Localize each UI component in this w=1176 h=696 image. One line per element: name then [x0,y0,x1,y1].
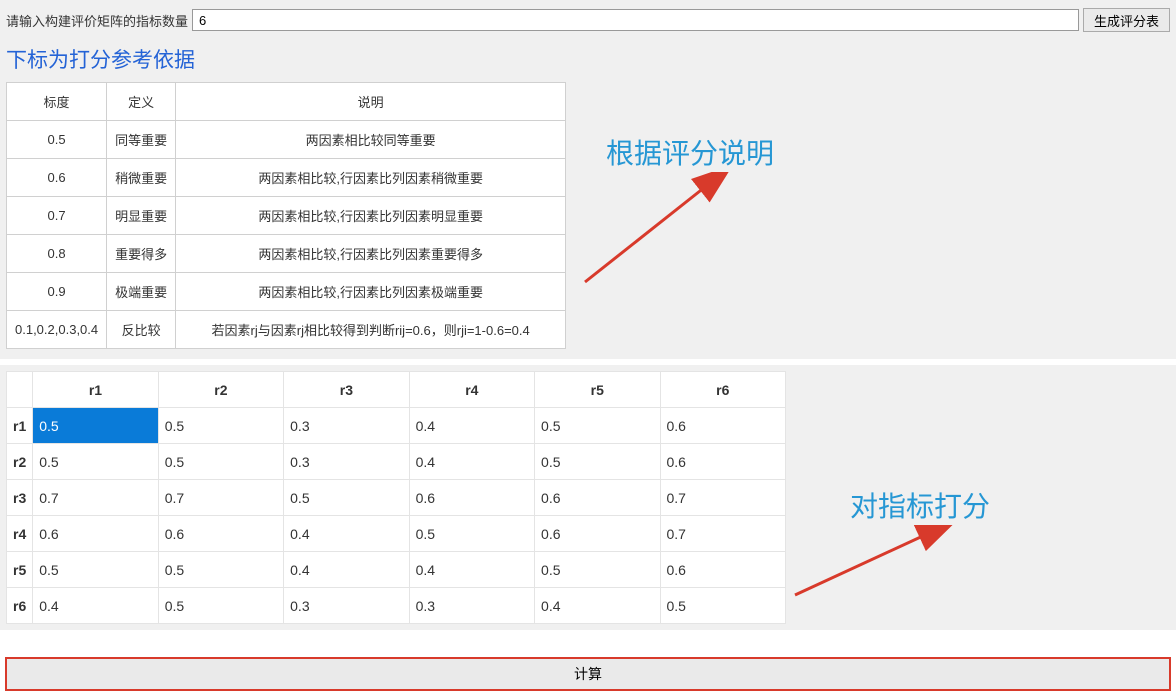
table-row: 0.1,0.2,0.3,0.4反比较若因素rj与因素rj相比较得到判断rij=0… [7,311,566,349]
compute-button[interactable]: 计算 [6,658,1170,690]
top-bar: 请输入构建评价矩阵的指标数量 生成评分表 [0,0,1176,38]
grid-cell[interactable]: 0.5 [158,588,283,624]
table-row: r50.50.50.40.40.50.6 [7,552,786,588]
grid-cell[interactable]: 0.6 [158,516,283,552]
grid-cell[interactable]: 0.5 [284,480,409,516]
indicator-count-input[interactable] [192,9,1079,31]
table-row: r60.40.50.30.30.40.5 [7,588,786,624]
grid-cell[interactable]: 0.5 [158,408,283,444]
scoring-section: r1r2r3r4r5r6 r10.50.50.30.40.50.6r20.50.… [0,365,1176,630]
ref-cell-scale: 0.8 [7,235,107,273]
grid-cell[interactable]: 0.6 [409,480,534,516]
scoring-grid[interactable]: r1r2r3r4r5r6 r10.50.50.30.40.50.6r20.50.… [6,371,786,624]
subtitle: 下标为打分参考依据 [0,38,1176,82]
ref-cell-desc: 两因素相比较同等重要 [176,121,566,159]
grid-cell[interactable]: 0.7 [158,480,283,516]
arrow-icon [575,172,745,292]
table-row: r30.70.70.50.60.60.7 [7,480,786,516]
ref-cell-desc: 两因素相比较,行因素比列因素明显重要 [176,197,566,235]
grid-row-header: r6 [7,588,33,624]
grid-cell[interactable]: 0.4 [409,408,534,444]
grid-row-header: r1 [7,408,33,444]
grid-col-header: r1 [33,372,158,408]
grid-cell[interactable]: 0.6 [660,552,786,588]
ref-header-scale: 标度 [7,83,107,121]
grid-row-header: r2 [7,444,33,480]
ref-cell-def: 极端重要 [107,273,176,311]
grid-cell[interactable]: 0.6 [660,444,786,480]
grid-cell[interactable]: 0.5 [33,444,158,480]
ref-cell-scale: 0.7 [7,197,107,235]
ref-header-def: 定义 [107,83,176,121]
grid-cell[interactable]: 0.4 [33,588,158,624]
ref-cell-def: 稍微重要 [107,159,176,197]
grid-cell[interactable]: 0.5 [660,588,786,624]
grid-cell[interactable]: 0.3 [284,408,409,444]
table-row: 0.8重要得多两因素相比较,行因素比列因素重要得多 [7,235,566,273]
grid-cell[interactable]: 0.4 [535,588,660,624]
ref-cell-desc: 两因素相比较,行因素比列因素稍微重要 [176,159,566,197]
grid-col-header: r4 [409,372,534,408]
grid-cell[interactable]: 0.6 [535,480,660,516]
grid-col-header: r2 [158,372,283,408]
table-row: r10.50.50.30.40.50.6 [7,408,786,444]
grid-cell[interactable]: 0.5 [33,552,158,588]
table-row: r20.50.50.30.40.50.6 [7,444,786,480]
indicator-count-label: 请输入构建评价矩阵的指标数量 [6,11,188,30]
grid-col-header: r3 [284,372,409,408]
grid-cell[interactable]: 0.3 [284,444,409,480]
table-row: 0.7明显重要两因素相比较,行因素比列因素明显重要 [7,197,566,235]
ref-cell-def: 反比较 [107,311,176,349]
ref-cell-def: 重要得多 [107,235,176,273]
generate-table-button[interactable]: 生成评分表 [1083,8,1170,32]
grid-cell[interactable]: 0.6 [660,408,786,444]
grid-cell[interactable]: 0.5 [535,444,660,480]
ref-cell-scale: 0.5 [7,121,107,159]
ref-cell-def: 同等重要 [107,121,176,159]
ref-header-desc: 说明 [176,83,566,121]
table-row: 0.9极端重要两因素相比较,行因素比列因素极端重要 [7,273,566,311]
grid-cell[interactable]: 0.3 [284,588,409,624]
grid-cell[interactable]: 0.4 [409,444,534,480]
grid-cell[interactable]: 0.4 [409,552,534,588]
reference-section: 标度 定义 说明 0.5同等重要两因素相比较同等重要0.6稍微重要两因素相比较,… [0,82,1176,359]
ref-cell-desc: 若因素rj与因素rj相比较得到判断rij=0.6，则rji=1-0.6=0.4 [176,311,566,349]
grid-col-header: r5 [535,372,660,408]
grid-cell[interactable]: 0.7 [660,516,786,552]
grid-row-header: r5 [7,552,33,588]
annotation-score: 对指标打分 [850,485,990,525]
grid-cell[interactable]: 0.5 [409,516,534,552]
table-row: 0.6稍微重要两因素相比较,行因素比列因素稍微重要 [7,159,566,197]
ref-cell-scale: 0.1,0.2,0.3,0.4 [7,311,107,349]
grid-cell[interactable]: 0.7 [33,480,158,516]
grid-row-header: r3 [7,480,33,516]
bottom-bar: 计算 [6,658,1170,690]
ref-cell-desc: 两因素相比较,行因素比列因素重要得多 [176,235,566,273]
ref-cell-scale: 0.9 [7,273,107,311]
grid-cell[interactable]: 0.5 [535,408,660,444]
grid-cell[interactable]: 0.4 [284,552,409,588]
ref-cell-scale: 0.6 [7,159,107,197]
grid-cell[interactable]: 0.4 [284,516,409,552]
ref-cell-def: 明显重要 [107,197,176,235]
annotation-desc: 根据评分说明 [606,132,774,172]
grid-cell[interactable]: 0.5 [158,552,283,588]
grid-corner [7,372,33,408]
grid-cell[interactable]: 0.7 [660,480,786,516]
grid-cell[interactable]: 0.6 [535,516,660,552]
table-row: 0.5同等重要两因素相比较同等重要 [7,121,566,159]
grid-cell[interactable]: 0.6 [33,516,158,552]
table-row: r40.60.60.40.50.60.7 [7,516,786,552]
grid-cell[interactable]: 0.5 [33,408,158,444]
arrow-icon [785,525,955,605]
grid-cell[interactable]: 0.5 [535,552,660,588]
grid-cell[interactable]: 0.3 [409,588,534,624]
grid-col-header: r6 [660,372,786,408]
grid-cell[interactable]: 0.5 [158,444,283,480]
grid-row-header: r4 [7,516,33,552]
reference-table: 标度 定义 说明 0.5同等重要两因素相比较同等重要0.6稍微重要两因素相比较,… [6,82,566,349]
ref-cell-desc: 两因素相比较,行因素比列因素极端重要 [176,273,566,311]
